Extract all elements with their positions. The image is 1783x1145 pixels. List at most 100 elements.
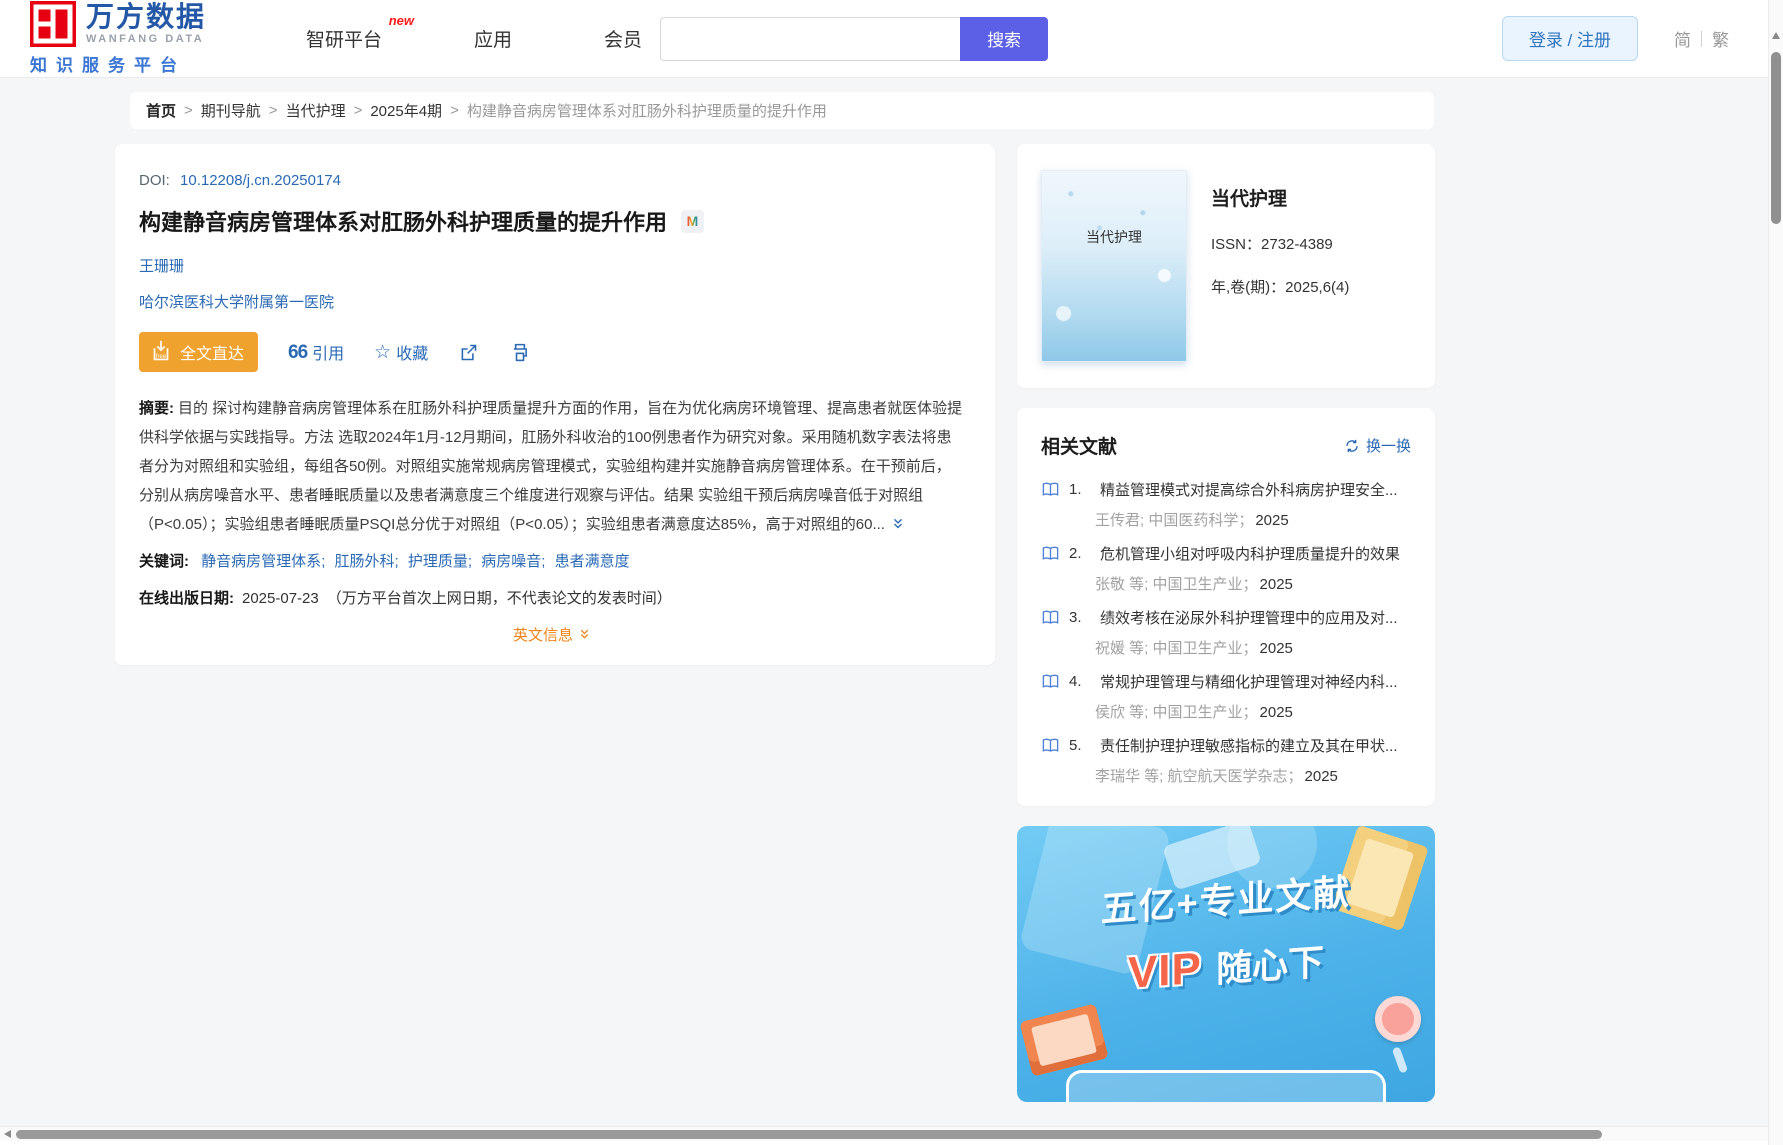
related-item-meta: 祝媛 等; 中国卫生产业； [1095,640,1258,657]
journal-name[interactable]: 当代护理 [1211,184,1349,211]
online-date-note: （万方平台首次上网日期，不代表论文的发表时间） [327,590,672,607]
brand-subtitle: 知识服务平台 [30,51,206,76]
article-detail-card: DOI: 10.12208/j.cn.20250174 构建静音病房管理体系对肛… [115,144,995,665]
keyword-link[interactable]: 病房噪音 [481,553,541,570]
share-icon [458,342,479,363]
scroll-up-arrow[interactable] [1772,32,1780,39]
print-icon [509,342,531,363]
brand-name-en: WANFANG DATA [86,33,206,45]
breadcrumb-journal-nav[interactable]: 期刊导航 [201,100,261,121]
promo-tagline: 随心下 [1216,941,1324,990]
keywords-label: 关键词: [139,553,189,570]
breadcrumb-issue[interactable]: 2025年4期 [370,100,442,121]
related-item: 2. 危机管理小组对呼吸内科护理质量提升的效果 张敬 等; 中国卫生产业；202… [1041,543,1411,594]
svg-text:free: free [156,354,167,360]
vertical-scroll-thumb[interactable] [1771,52,1781,224]
lang-traditional[interactable]: 繁 [1712,26,1729,51]
nav-zhiyan[interactable]: 智研平台 new [306,25,382,52]
breadcrumb-journal[interactable]: 当代护理 [286,100,346,121]
journal-cover[interactable]: 当代护理 [1041,170,1187,362]
related-item-meta: 侯欣 等; 中国卫生产业； [1095,704,1258,721]
nav-member[interactable]: 会员 [604,25,642,52]
related-item-title[interactable]: 责任制护理护理敏感指标的建立及其在甲状... [1100,735,1398,756]
author-link[interactable]: 王珊珊 [139,258,184,275]
wanfang-logo[interactable]: 万方数据 WANFANG DATA 知识服务平台 [30,1,206,76]
related-item-title[interactable]: 绩效考核在泌尿外科护理管理中的应用及对... [1100,607,1398,628]
related-item: 1. 精益管理模式对提高综合外科病房护理安全... 王传君; 中国医药科学；20… [1041,479,1411,530]
horizontal-scroll-thumb[interactable] [16,1130,1602,1139]
related-item: 4. 常规护理管理与精细化护理管理对神经内科... 侯欣 等; 中国卫生产业；2… [1041,671,1411,722]
keyword-link[interactable]: 护理质量 [408,553,468,570]
breadcrumb-separator: > [269,102,278,119]
search-input[interactable] [660,17,960,61]
doi-label: DOI: [139,172,170,189]
cite-button[interactable]: 66 引用 [288,340,344,364]
article-title: 构建静音病房管理体系对肛肠外科护理质量的提升作用 [139,205,667,237]
abstract-expand-chevron-icon[interactable] [887,518,905,535]
related-item: 5. 责任制护理护理敏感指标的建立及其在甲状... 李瑞华 等; 航空航天医学杂… [1041,735,1411,786]
abstract: 摘要:目的 探讨构建静音病房管理体系在肛肠外科护理质量提升方面的作用，旨在为优化… [139,394,965,541]
breadcrumb-home[interactable]: 首页 [146,100,176,121]
related-title: 相关文献 [1041,432,1117,459]
horizontal-scrollbar[interactable] [0,1126,1768,1141]
keyword-link[interactable]: 静音病房管理体系 [201,553,321,570]
keywords-row: 关键词: 静音病房管理体系; 肛肠外科; 护理质量; 病房噪音; 患者满意度 [139,548,965,576]
book-icon [1041,736,1060,755]
breadcrumb: 首页 > 期刊导航 > 当代护理 > 2025年4期 > 构建静音病房管理体系对… [130,92,1434,129]
related-item-meta: 李瑞华 等; 航空航天医学杂志； [1095,768,1303,785]
related-item-year: 2025 [1255,512,1288,529]
abstract-text: 目的 探讨构建静音病房管理体系在肛肠外科护理质量提升方面的作用，旨在为优化病房环… [139,400,962,533]
keyword-link[interactable]: 肛肠外科 [335,553,395,570]
fulltext-button[interactable]: free 全文直达 [139,332,258,372]
top-bar: 万方数据 WANFANG DATA 知识服务平台 智研平台 new 应用 会员 … [0,0,1783,78]
vertical-scrollbar[interactable] [1768,0,1783,1145]
related-item-title[interactable]: 精益管理模式对提高综合外科病房护理安全... [1100,479,1398,500]
related-item-year: 2025 [1260,576,1293,593]
promo-pill-button[interactable] [1066,1070,1386,1102]
related-item-number: 4. [1069,673,1091,690]
related-item-year: 2025 [1305,768,1338,785]
doi-link[interactable]: 10.12208/j.cn.20250174 [180,172,341,189]
search-box: 搜索 [660,17,1048,61]
keyword-link[interactable]: 患者满意度 [555,553,630,570]
related-item-title[interactable]: 常规护理管理与精细化护理管理对神经内科... [1100,671,1398,692]
refresh-button[interactable]: 换一换 [1344,435,1411,456]
related-literature-card: 相关文献 换一换 [1017,408,1435,806]
online-date-value: 2025-07-23 [242,590,319,607]
english-info-toggle[interactable]: 英文信息 [139,624,965,645]
nav-apps[interactable]: 应用 [474,25,512,52]
lang-simplified[interactable]: 简 [1674,26,1691,51]
related-item-year: 2025 [1260,640,1293,657]
breadcrumb-separator: > [184,102,193,119]
related-item-number: 2. [1069,545,1091,562]
wanfang-logo-icon [30,1,76,47]
bottom-strip [0,1141,1783,1145]
journal-cover-title: 当代护理 [1086,227,1142,247]
share-button[interactable] [458,342,479,363]
book-icon [1041,480,1060,499]
breadcrumb-current: 构建静音病房管理体系对肛肠外科护理质量的提升作用 [467,100,827,121]
quote-icon: 66 [288,343,307,362]
fulltext-download-icon: free [149,339,173,365]
favorite-button[interactable]: ☆ 收藏 [374,340,428,364]
abstract-label: 摘要: [139,400,174,417]
language-switch: 简 繁 [1674,26,1729,51]
vip-promo-banner[interactable]: 五亿+专业文献 VIP 随心下 [1017,826,1435,1102]
scroll-left-arrow[interactable] [4,1130,11,1138]
book-icon [1041,544,1060,563]
related-item-number: 1. [1069,481,1091,498]
online-date-label: 在线出版日期: [139,590,234,607]
print-button[interactable] [509,342,531,363]
right-sidebar: 当代护理 当代护理 ISSN：2732-4389 年,卷(期)：2025,6(4… [1017,144,1435,1102]
related-item-meta: 张敬 等; 中国卫生产业； [1095,576,1258,593]
star-icon: ☆ [374,343,391,362]
related-item-year: 2025 [1260,704,1293,721]
m-badge-icon[interactable]: M [681,210,704,233]
search-button[interactable]: 搜索 [960,17,1048,61]
affiliation-link[interactable]: 哈尔滨医科大学附属第一医院 [139,294,334,311]
related-item-number: 3. [1069,609,1091,626]
login-register-button[interactable]: 登录 / 注册 [1502,16,1638,61]
magnifier-decoration [1375,996,1421,1042]
related-item-title[interactable]: 危机管理小组对呼吸内科护理质量提升的效果 [1100,543,1400,564]
action-bar: free 全文直达 66 引用 ☆ 收藏 [139,332,965,372]
